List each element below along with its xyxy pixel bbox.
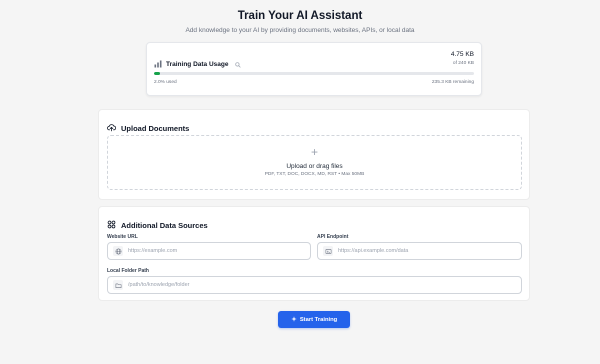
- page-subtitle: Add knowledge to your AI by providing do…: [185, 27, 415, 34]
- start-training-label: Start Training: [299, 316, 338, 323]
- website-url-label: Website URL: [107, 234, 138, 240]
- search-icon[interactable]: [234, 55, 241, 73]
- dropzone-title: Upload or drag files: [286, 163, 343, 170]
- folder-icon: [113, 280, 123, 290]
- plus-icon: +: [310, 145, 318, 159]
- api-endpoint-label: API Endpoint: [317, 234, 349, 240]
- code-icon: [323, 246, 333, 256]
- globe-icon: [113, 246, 123, 256]
- api-endpoint-field[interactable]: [317, 242, 522, 260]
- website-url-field[interactable]: [107, 242, 311, 260]
- dropzone-file-types: PDF, TXT, DOC, DOCX, MD, RST • Max 50MB: [264, 172, 365, 177]
- usage-remaining-text: 235.3 KB remaining: [431, 80, 474, 85]
- usage-card: Training Data Usage 4.75 KB of 240 KB 2.…: [146, 42, 482, 96]
- api-endpoint-input[interactable]: [338, 248, 508, 254]
- sparkle-icon: [291, 315, 297, 324]
- usage-progress-fill: [154, 72, 161, 75]
- sources-panel-title: Additional Data Sources: [107, 216, 208, 234]
- website-url-input[interactable]: [128, 248, 298, 254]
- usage-progress-bar: [154, 72, 474, 75]
- usage-label: Training Data Usage: [166, 60, 229, 68]
- bar-chart-icon: [154, 55, 162, 73]
- page-title: Train Your AI Assistant: [237, 10, 363, 22]
- page-header: Train Your AI Assistant Add knowledge to…: [0, 10, 600, 34]
- usage-header: Training Data Usage: [154, 55, 241, 73]
- folder-path-input[interactable]: [128, 282, 508, 288]
- additional-sources-panel: Additional Data Sources Website URL API …: [98, 206, 530, 301]
- folder-path-field[interactable]: [107, 276, 522, 294]
- upload-title: Upload Documents: [121, 123, 190, 133]
- usage-used-text: 2.0% used: [154, 80, 177, 85]
- start-training-button[interactable]: Start Training: [278, 311, 350, 328]
- file-dropzone[interactable]: + Upload or drag files PDF, TXT, DOC, DO…: [107, 135, 522, 190]
- upload-documents-panel: Upload Documents + Upload or drag files …: [98, 109, 530, 200]
- usage-limit: of 240 KB: [452, 61, 474, 66]
- grid-icon: [107, 216, 116, 234]
- usage-amount: 4.75 KB of 240 KB: [451, 51, 474, 66]
- folder-path-label: Local Folder Path: [107, 268, 149, 274]
- sources-title: Additional Data Sources: [121, 220, 208, 230]
- usage-value: 4.75 KB: [450, 51, 474, 58]
